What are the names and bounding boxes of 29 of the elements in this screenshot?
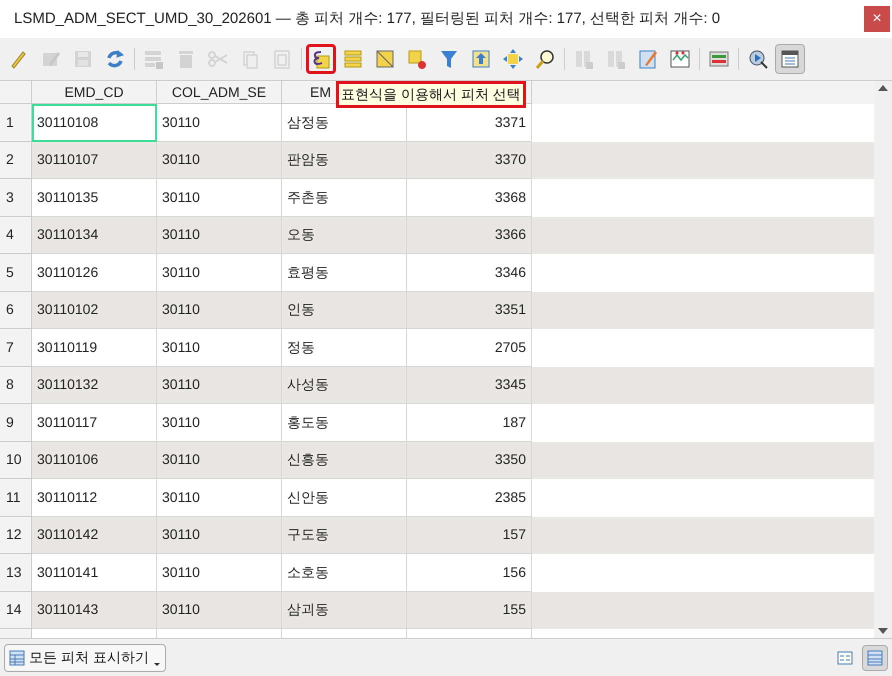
- table-icon: [867, 650, 883, 666]
- save-icon: [72, 48, 94, 70]
- toolbar-button[interactable]: [306, 44, 336, 74]
- table-view-button[interactable]: [862, 644, 888, 670]
- scroll-down-icon[interactable]: [878, 628, 888, 634]
- table-cell: 30110108: [32, 104, 157, 142]
- row-number[interactable]: 4: [6, 224, 14, 246]
- row-number[interactable]: 9: [6, 412, 14, 433]
- row-number[interactable]: 1: [6, 112, 14, 133]
- filter-dropdown[interactable]: 모든 피처 표시하기: [4, 644, 166, 672]
- row-number[interactable]: 6: [6, 299, 14, 320]
- toolbar-button[interactable]: [775, 44, 805, 74]
- close-button[interactable]: ×: [864, 6, 890, 32]
- window-title: LSMD_ADM_SECT_UMD_30_202601 — 총 피처 개수: 177, 필터링된 피처 개수: 177, 선택한 피처 개수: 0: [14, 8, 720, 29]
- row-number[interactable]: 2: [6, 149, 14, 170]
- select-all-icon: [342, 48, 364, 70]
- tooltip: 표현식을 이용해서 피처 선택: [336, 81, 526, 108]
- scroll-up-icon[interactable]: [878, 85, 888, 91]
- row-number[interactable]: 7: [6, 336, 14, 358]
- column-header[interactable]: COL_ADM_SE: [172, 82, 266, 102]
- zoom-icon: [534, 48, 556, 70]
- column-header[interactable]: EMD_CD: [64, 82, 124, 102]
- row-number[interactable]: 8: [6, 374, 14, 396]
- row-number[interactable]: 5: [6, 262, 14, 283]
- scissors-icon: [207, 48, 229, 70]
- column-header[interactable]: EM: [310, 82, 331, 102]
- row-number[interactable]: 3: [6, 186, 14, 208]
- filter-icon: [438, 48, 460, 70]
- table-icon: [9, 650, 25, 666]
